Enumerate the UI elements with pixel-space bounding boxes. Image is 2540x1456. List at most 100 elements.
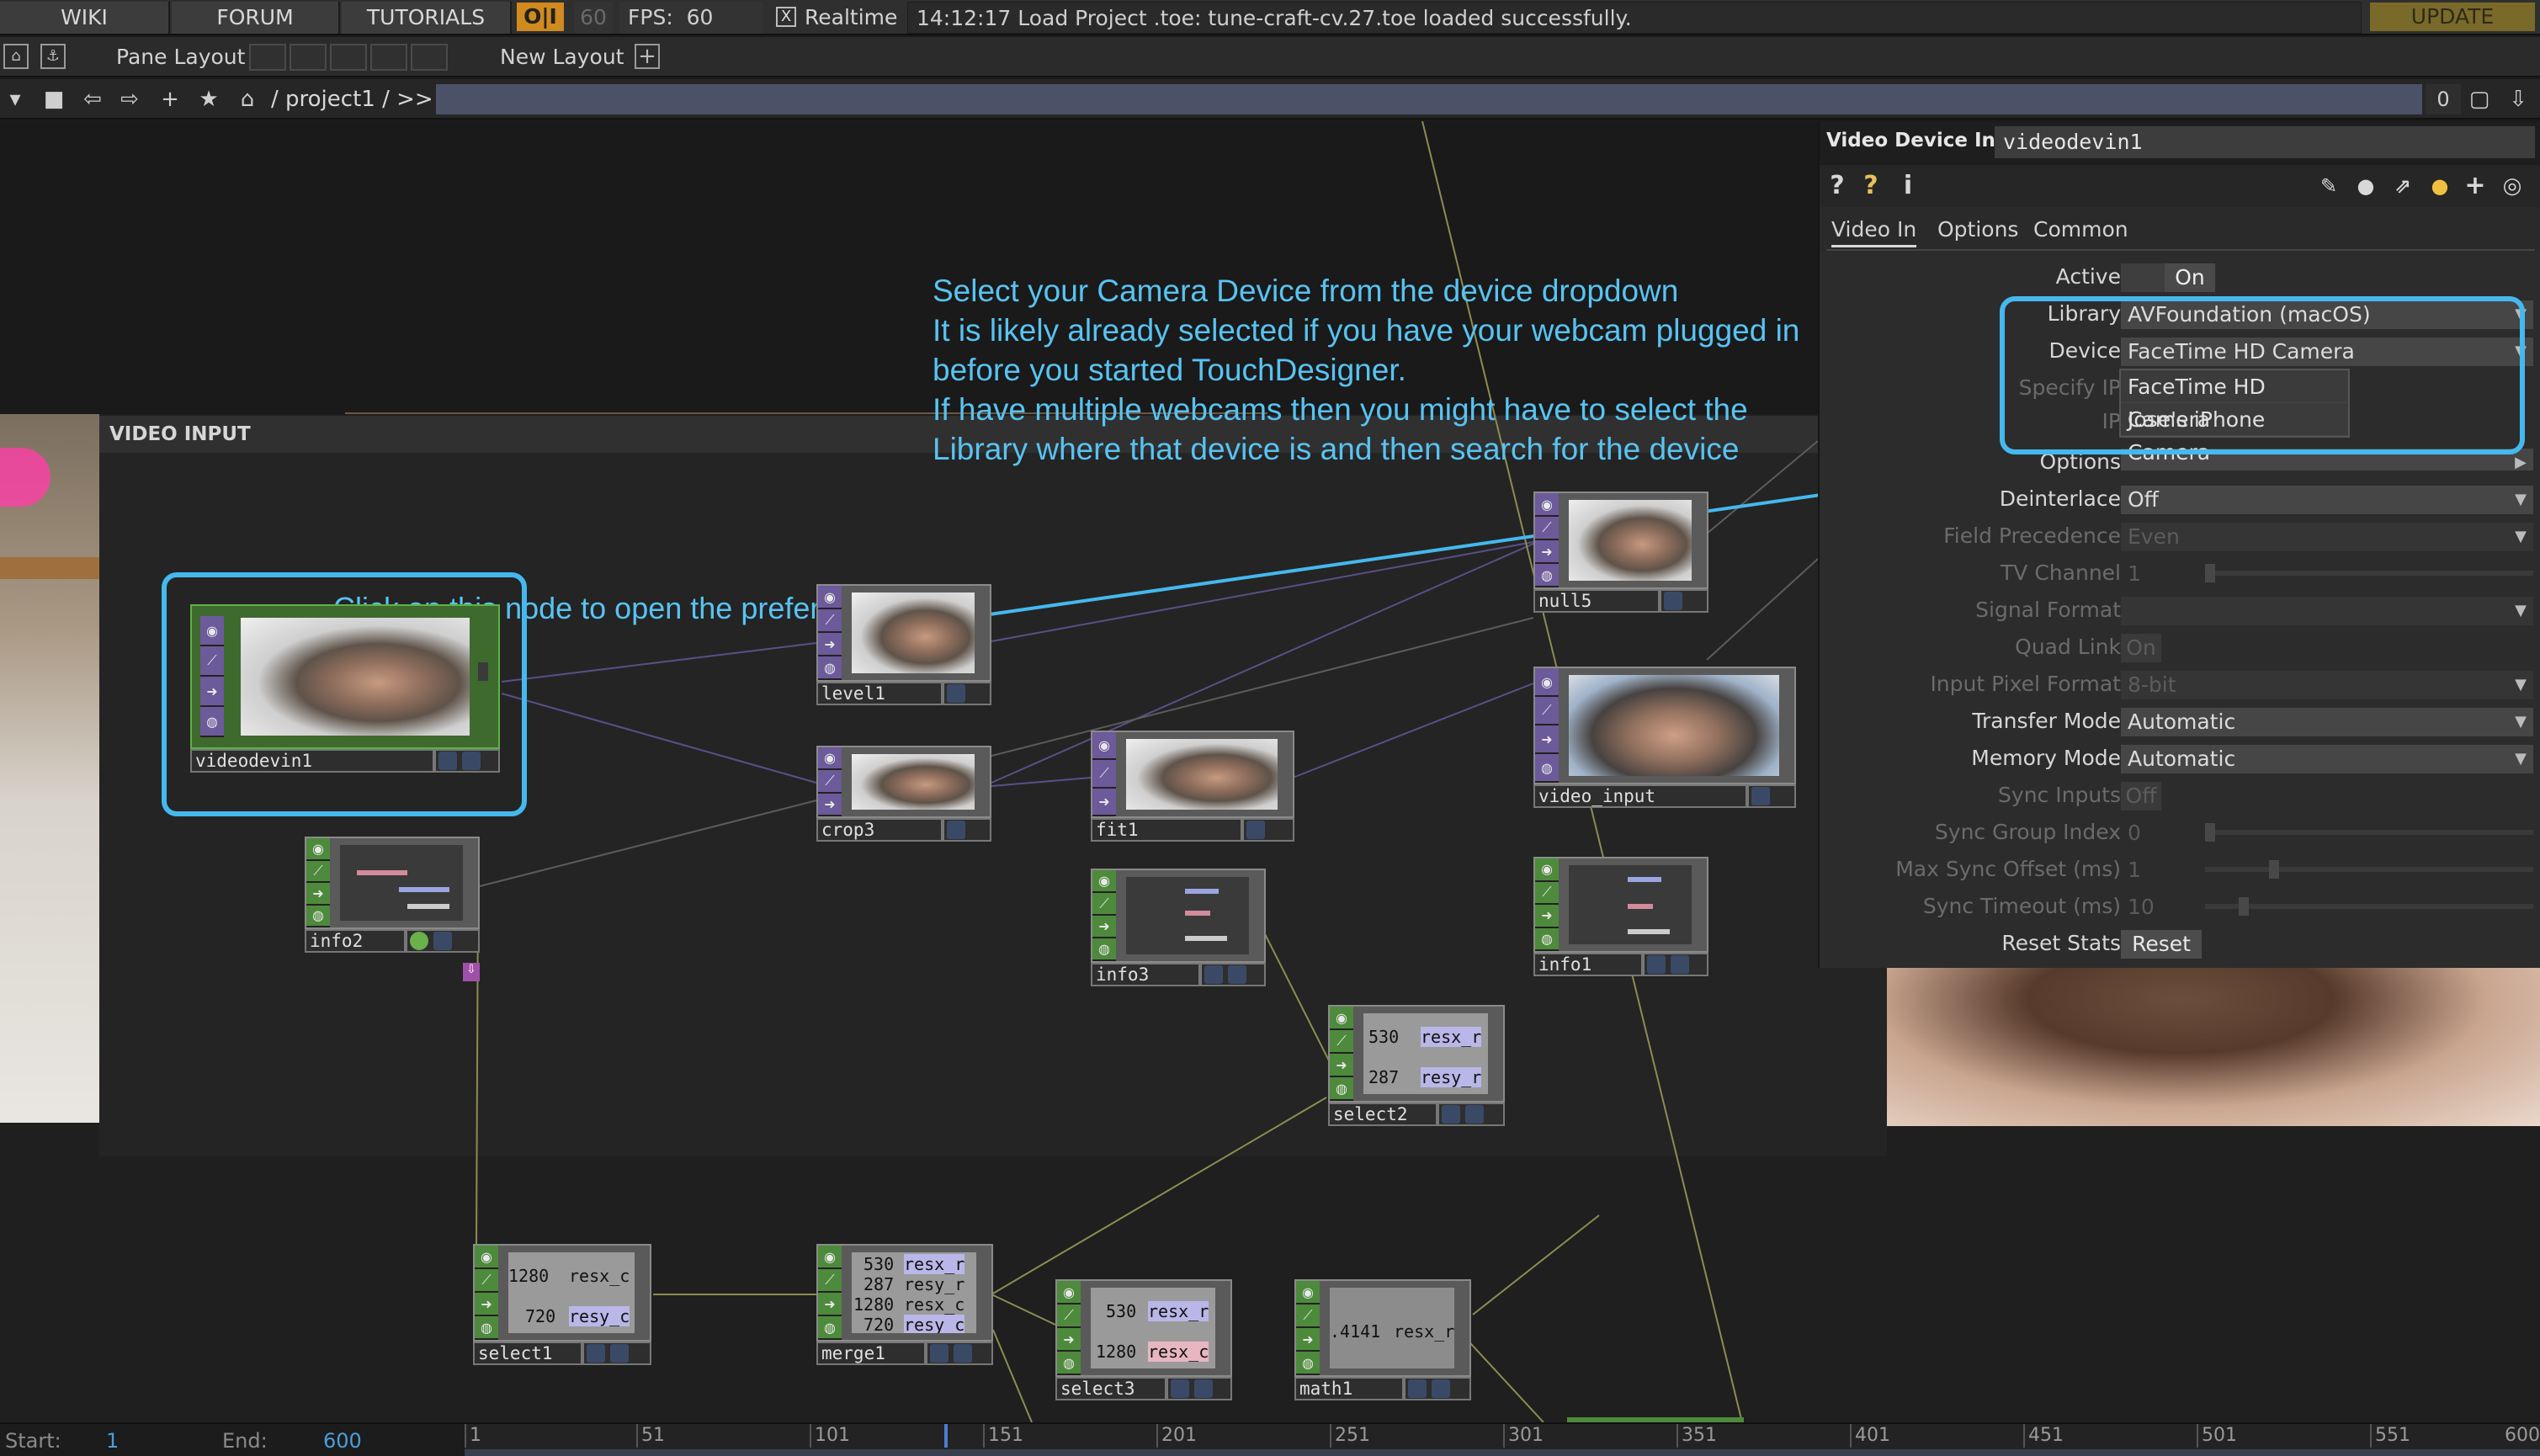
- bypass-icon[interactable]: ⟋: [1057, 1305, 1081, 1328]
- maximize-pane-icon[interactable]: ▢: [2466, 86, 2493, 113]
- camera-icon[interactable]: ◍: [1535, 564, 1559, 587]
- lock-icon[interactable]: ➜: [200, 677, 224, 707]
- camera-icon[interactable]: ◍: [1330, 1077, 1353, 1101]
- viewer-icon[interactable]: ◉: [1057, 1281, 1081, 1305]
- viewer-icon[interactable]: ◉: [1092, 732, 1116, 761]
- bypass-icon[interactable]: ⟋: [1296, 1305, 1320, 1328]
- node-info1[interactable]: ◉ ⟋ ➜ ◍ info1: [1533, 857, 1710, 978]
- camera-icon[interactable]: ◍: [475, 1316, 498, 1340]
- help-icon[interactable]: ?: [1823, 172, 1852, 200]
- signal-format-dropdown[interactable]: ▼: [2121, 597, 2533, 625]
- viewer-icon[interactable]: ◉: [306, 838, 330, 861]
- node-select2[interactable]: ◉ ⟋ ➜ ◍ 530 287 resx_r resy_r select2: [1328, 1005, 1506, 1128]
- node-label[interactable]: select2: [1328, 1103, 1437, 1126]
- camera-icon[interactable]: ◍: [1092, 938, 1116, 961]
- node-info3[interactable]: ◉ ⟋ ➜ ◍ info3: [1091, 869, 1267, 988]
- input-pixel-format-dropdown[interactable]: 8-bit ▼: [2121, 671, 2533, 699]
- quad-link-toggle[interactable]: On: [2121, 634, 2161, 662]
- sync-group-index-slider[interactable]: [2205, 823, 2533, 842]
- lock-icon[interactable]: ➜: [306, 883, 330, 906]
- bypass-icon[interactable]: ⟋: [306, 860, 330, 883]
- info2-output-icon[interactable]: ⇩: [463, 963, 480, 981]
- deinterlace-dropdown[interactable]: Off ▼: [2121, 486, 2533, 514]
- start-value[interactable]: 1: [106, 1429, 119, 1453]
- viewer-icon[interactable]: ◉: [1535, 493, 1559, 517]
- new-layout-label[interactable]: New Layout: [500, 37, 624, 77]
- node-label[interactable]: math1: [1294, 1377, 1404, 1400]
- lock-icon[interactable]: ➜: [1092, 916, 1116, 938]
- lock-icon[interactable]: ➜: [1057, 1328, 1081, 1352]
- node-merge1[interactable]: ◉ ⟋ ➜ ◍ 530 287 1280 720 resx_r resy_r resx…: [816, 1244, 995, 1367]
- bookmark-star-icon[interactable]: ★: [195, 86, 222, 113]
- node-flags[interactable]: [406, 929, 480, 953]
- bypass-icon[interactable]: ⟋: [1535, 881, 1559, 905]
- camera-icon[interactable]: ◍: [200, 707, 224, 737]
- bypass-icon[interactable]: ⟋: [200, 646, 224, 677]
- back-arrow-icon[interactable]: ⇦: [79, 86, 106, 113]
- slider-handle[interactable]: [2269, 860, 2279, 879]
- viewer-icon[interactable]: ◉: [1092, 870, 1116, 893]
- bypass-icon[interactable]: ⟋: [1535, 697, 1559, 725]
- node-level1[interactable]: ◉ ⟋ ➜ ◍ level1: [816, 584, 993, 707]
- pane-layout-four[interactable]: [411, 44, 448, 71]
- stop-icon[interactable]: ■: [40, 86, 67, 113]
- node-flags[interactable]: [1643, 953, 1708, 976]
- max-sync-offset-slider[interactable]: [2205, 860, 2533, 879]
- transfer-mode-dropdown[interactable]: Automatic ▼: [2121, 708, 2533, 736]
- lock-icon[interactable]: ➜: [1535, 905, 1559, 928]
- node-label[interactable]: video_input: [1533, 784, 1747, 808]
- lock-icon[interactable]: ➜: [475, 1293, 498, 1316]
- lock-icon[interactable]: ➜: [1092, 788, 1116, 816]
- node-label[interactable]: crop3: [816, 818, 943, 842]
- export-icon[interactable]: ⇗: [2389, 172, 2417, 200]
- home-icon[interactable]: ⌂: [234, 86, 261, 113]
- node-math1[interactable]: ◉ ⟋ ➜ ◍ .4141 resx_r math1: [1294, 1279, 1473, 1402]
- node-label[interactable]: null5: [1533, 589, 1660, 613]
- node-label[interactable]: select1: [473, 1342, 582, 1365]
- home-pane-icon[interactable]: ⌂: [3, 44, 29, 69]
- memory-mode-dropdown[interactable]: Automatic ▼: [2121, 745, 2533, 773]
- playhead[interactable]: [944, 1424, 948, 1448]
- timeline-scrollbar[interactable]: [465, 1449, 2540, 1456]
- add-icon[interactable]: +: [2461, 172, 2490, 200]
- python-icon[interactable]: ●: [2426, 172, 2454, 200]
- node-videodevin1[interactable]: ◉ ⟋ ➜ ◍ videodevin1: [190, 604, 502, 789]
- bypass-icon[interactable]: ⟋: [475, 1269, 498, 1293]
- bypass-icon[interactable]: ⟋: [818, 770, 842, 794]
- slider-handle[interactable]: [2239, 897, 2249, 916]
- sync-inputs-toggle[interactable]: Off: [2121, 782, 2161, 810]
- node-flags[interactable]: [943, 682, 991, 705]
- operator-name-field[interactable]: videodevin1: [1995, 126, 2535, 158]
- node-select1[interactable]: ◉ ⟋ ➜ ◍ 1280 720 resx_c resy_c select1: [473, 1244, 653, 1367]
- tutorials-button[interactable]: TUTORIALS: [342, 2, 512, 34]
- node-video-input[interactable]: ◉ ⟋ ➜ ◍ video_input: [1533, 667, 1798, 811]
- info-icon[interactable]: i: [1894, 172, 1922, 200]
- node-label[interactable]: info2: [305, 929, 406, 953]
- viewer-icon[interactable]: ◉: [475, 1246, 498, 1269]
- node-flags[interactable]: [926, 1342, 993, 1365]
- lock-icon[interactable]: ➜: [818, 793, 842, 816]
- bypass-icon[interactable]: ⟋: [1092, 893, 1116, 916]
- node-flags[interactable]: [1437, 1103, 1505, 1126]
- oi-toggle[interactable]: O|I: [517, 3, 564, 31]
- node-fit1[interactable]: ◉ ⟋ ➜ fit1: [1091, 731, 1296, 848]
- node-flags[interactable]: [1660, 589, 1708, 613]
- reset-stats-button[interactable]: Reset: [2121, 930, 2202, 959]
- node-flags[interactable]: [1200, 963, 1266, 986]
- tv-channel-value[interactable]: 1: [2121, 560, 2205, 588]
- update-button[interactable]: UPDATE: [2370, 3, 2535, 31]
- slider-handle[interactable]: [2205, 564, 2215, 582]
- tv-channel-slider[interactable]: [2205, 564, 2533, 582]
- node-label[interactable]: level1: [816, 682, 943, 705]
- add-layout-button[interactable]: +: [635, 44, 660, 69]
- camera-icon[interactable]: ◍: [1296, 1352, 1320, 1375]
- camera-icon[interactable]: ◍: [818, 656, 842, 680]
- viewer-icon[interactable]: ◉: [818, 747, 842, 771]
- node-label[interactable]: merge1: [816, 1342, 926, 1365]
- tab-options[interactable]: Options: [1937, 217, 2018, 242]
- camera-icon[interactable]: ◍: [306, 905, 330, 927]
- pane-layout-three[interactable]: [370, 44, 407, 71]
- node-flags[interactable]: [582, 1342, 651, 1365]
- bypass-icon[interactable]: ⟋: [1330, 1030, 1353, 1054]
- pane-layout-split-vertical[interactable]: [290, 44, 327, 71]
